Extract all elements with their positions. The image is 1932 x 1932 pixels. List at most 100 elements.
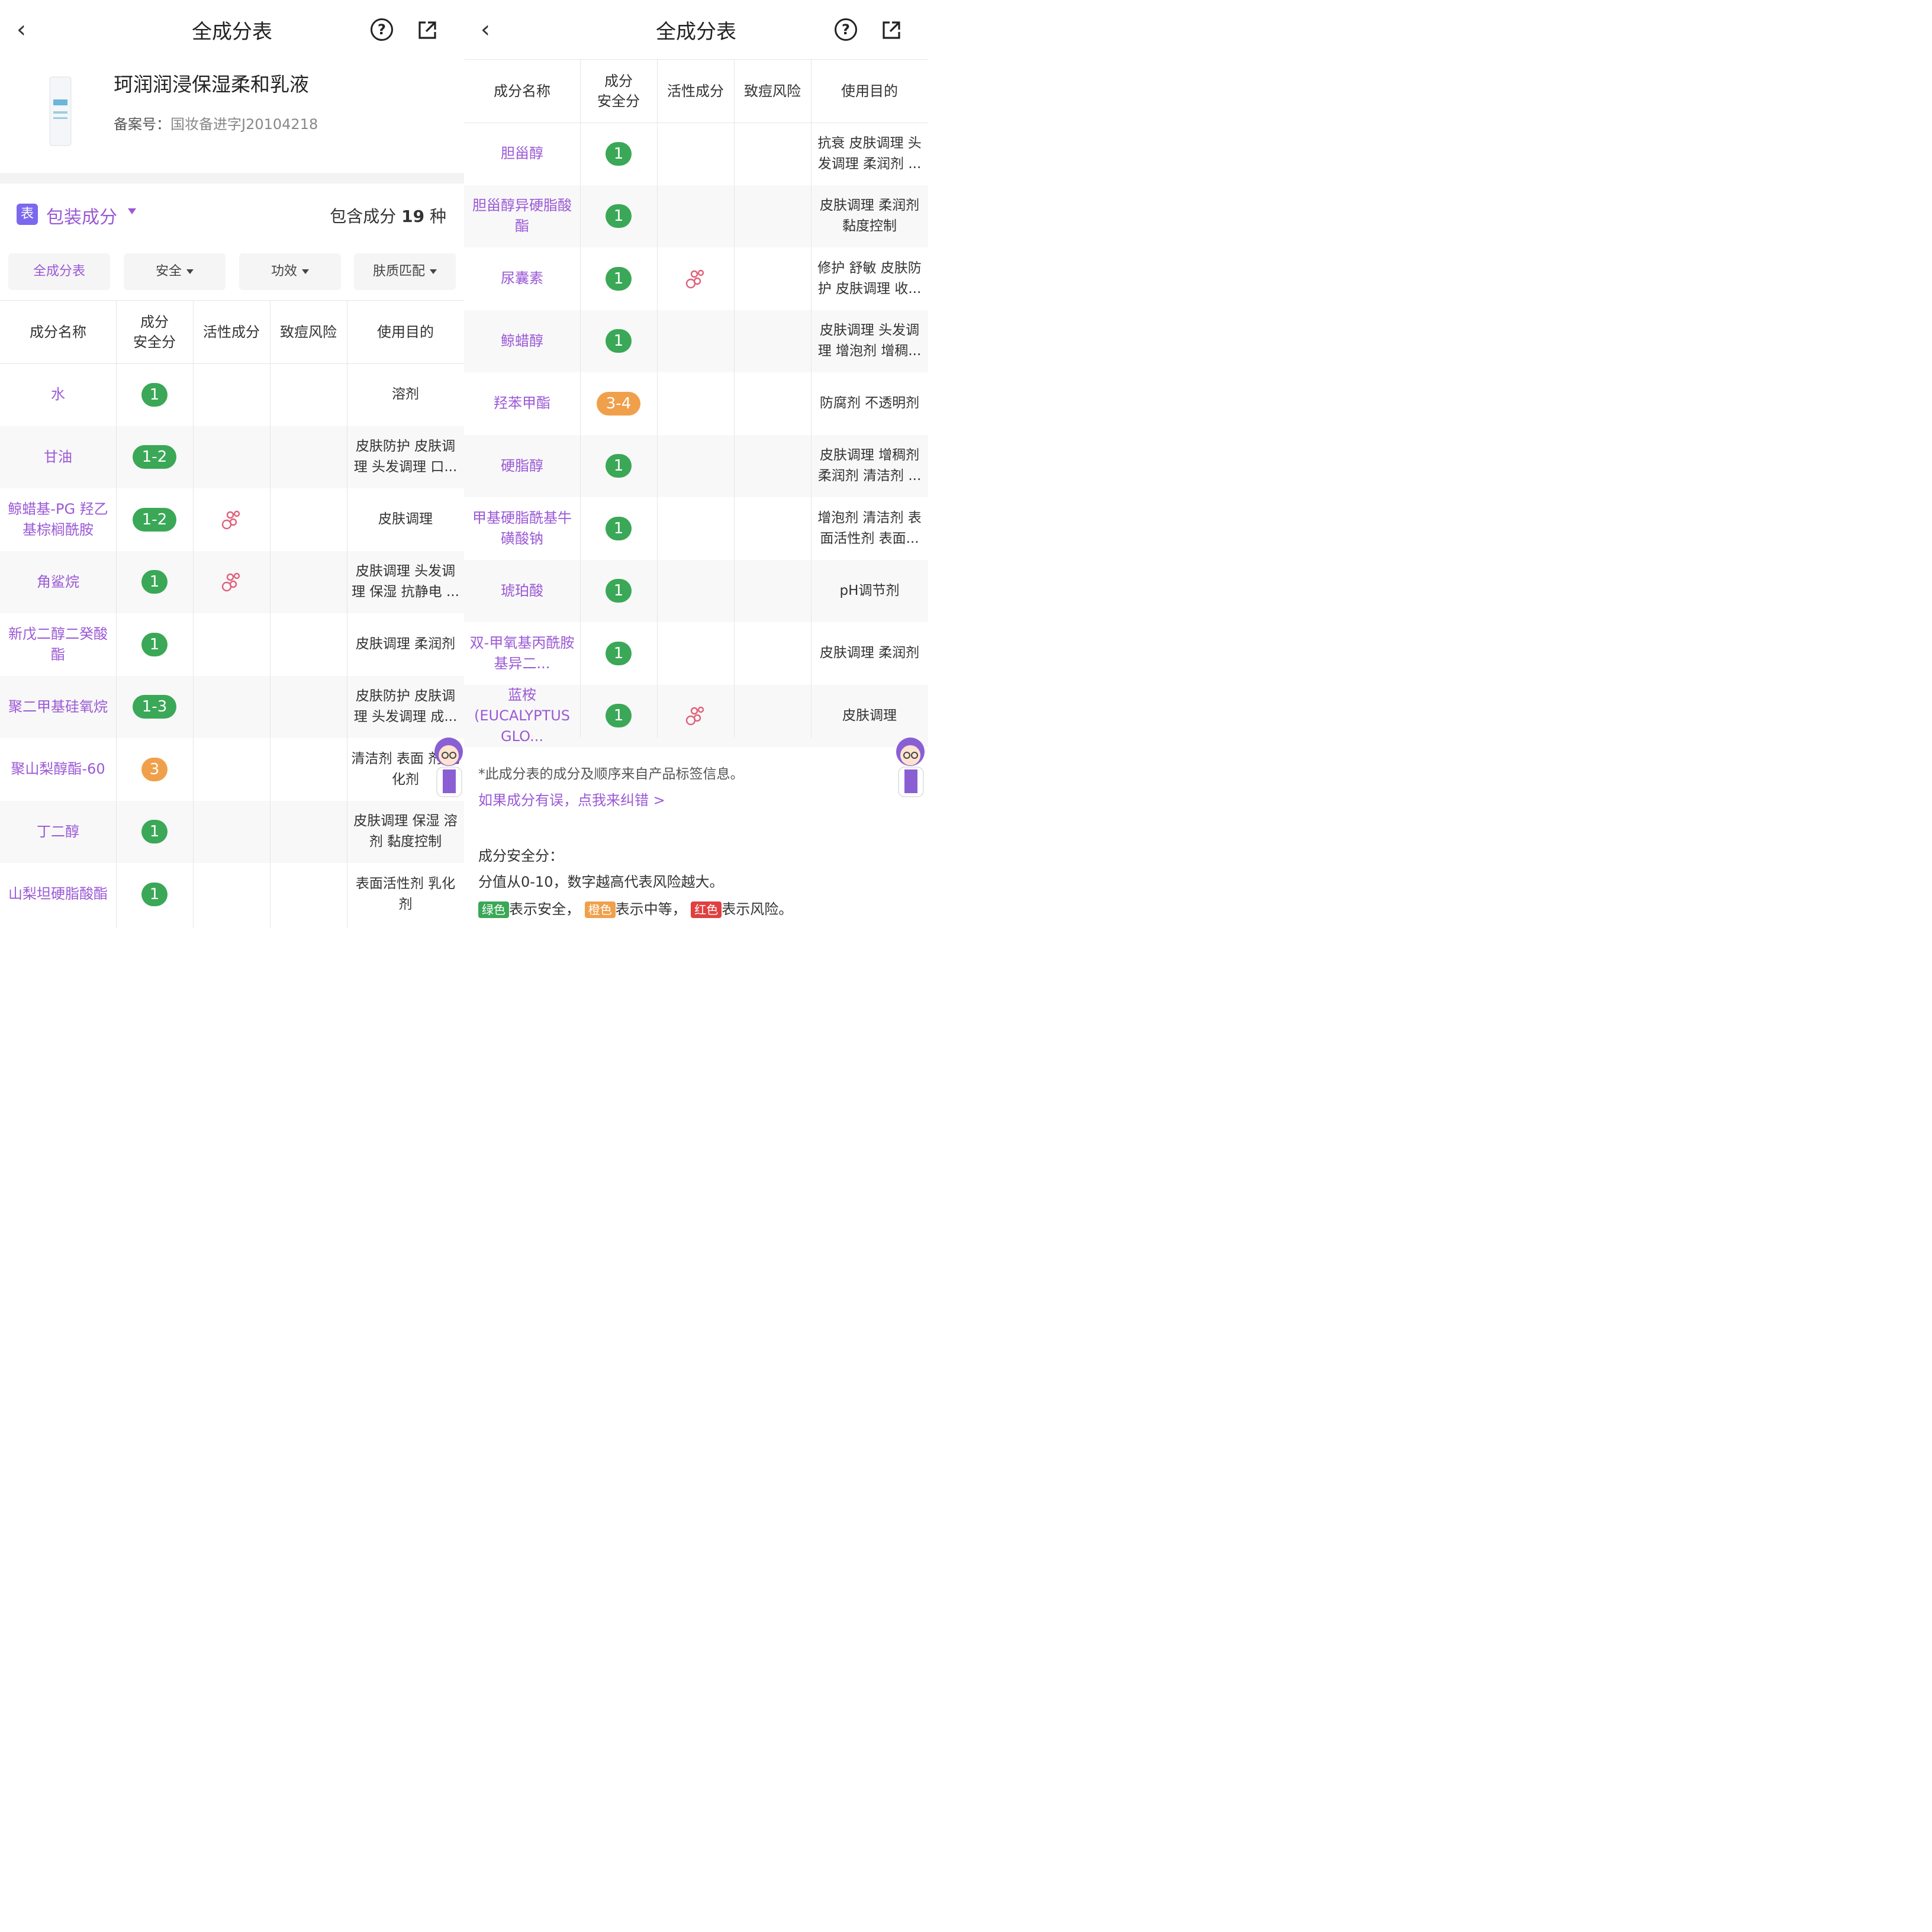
table-row[interactable]: 甲基硬脂酰基牛磺酸钠 1 增泡剂 清洁剂 表面活性剂 表面...: [464, 497, 928, 559]
column-divider: [116, 300, 117, 928]
col-active: 活性成分: [667, 83, 724, 99]
product-name: 珂润润浸保湿柔和乳液: [114, 73, 309, 96]
table-row[interactable]: 鲸蜡基-PG 羟乙基棕榈酰胺 1-2 皮肤调理: [0, 488, 464, 550]
ingredient-name[interactable]: 水: [0, 363, 116, 426]
score-legend: 绿色 表示安全， 橙色 表示中等， 红色 表示风险。: [478, 897, 793, 918]
table-row[interactable]: 尿囊素 1 修护 舒敏 皮肤防护 皮肤调理 收...: [464, 247, 928, 310]
table-row[interactable]: 聚山梨醇酯-60 3 清洁剂 表面 剂 乳化剂: [0, 738, 464, 800]
table-row[interactable]: 双-甲氧基丙酰胺基异二... 1 皮肤调理 柔润剂: [464, 622, 928, 684]
table-row[interactable]: 水 1 溶剂: [0, 363, 464, 426]
ingredient-name[interactable]: 胆甾醇: [464, 123, 580, 185]
mascot-icon[interactable]: [887, 734, 928, 799]
table-row[interactable]: 琥珀酸 1 pH调节剂: [464, 559, 928, 622]
caret-down-icon: [302, 269, 309, 274]
active-cell: [193, 426, 270, 488]
legend-red-text: 表示风险。: [722, 901, 793, 917]
column-divider: [734, 59, 735, 738]
ingredient-name[interactable]: 聚山梨醇酯-60: [0, 738, 116, 800]
table-row[interactable]: 羟苯甲酯 3-4 防腐剂 不透明剂: [464, 372, 928, 434]
safety-score-badge: 3: [141, 757, 168, 781]
usage-purpose: 皮肤调理 增稠剂 柔润剂 清洁剂 ...: [817, 447, 922, 484]
table-row[interactable]: 角鲨烷 1 皮肤调理 头发调理 保湿 抗静电 ...: [0, 550, 464, 613]
usage-purpose: pH调节剂: [839, 582, 900, 598]
page-title: 全成分表: [192, 20, 272, 44]
col-name: 成分名称: [30, 324, 86, 340]
source-note: *此成分表的成分及顺序来自产品标签信息。: [478, 767, 744, 782]
acne-risk-cell: [734, 123, 811, 185]
col-safety: 成分 安全分: [116, 301, 193, 363]
usage-purpose: 修护 舒敏 皮肤防护 皮肤调理 收...: [817, 260, 922, 297]
filter-safety[interactable]: 安全: [124, 253, 226, 290]
table-row[interactable]: 甘油 1-2 皮肤防护 皮肤调理 头发调理 口...: [0, 426, 464, 488]
ingredient-count: 包含成分 19 种: [330, 204, 446, 227]
safety-score-cell: 3: [116, 738, 193, 800]
ingredient-name[interactable]: 羟苯甲酯: [464, 372, 580, 434]
acne-risk-cell: [270, 676, 347, 738]
table-row[interactable]: 鲸蜡醇 1 皮肤调理 头发调理 增泡剂 增稠...: [464, 310, 928, 372]
ingredient-name[interactable]: 胆甾醇异硬脂酸酯: [464, 185, 580, 247]
ingredient-name[interactable]: 新戊二醇二癸酸酯: [0, 613, 116, 675]
ingredient-name[interactable]: 双-甲氧基丙酰胺基异二...: [464, 622, 580, 684]
table-row[interactable]: 聚二甲基硅氧烷 1-3 皮肤防护 皮肤调理 头发调理 成...: [0, 675, 464, 738]
table-row[interactable]: 山梨坦硬脂酸酯 1 表面活性剂 乳化剂: [0, 863, 464, 925]
caret-down-icon[interactable]: [128, 208, 136, 214]
share-icon[interactable]: [416, 19, 439, 41]
active-cell: [657, 123, 734, 185]
acne-risk-cell: [270, 488, 347, 550]
ingredient-name[interactable]: 丁二醇: [0, 801, 116, 863]
ingredient-name[interactable]: 聚二甲基硅氧烷: [0, 676, 116, 738]
report-error-link[interactable]: 如果成分有误，点我来纠错 >: [478, 788, 665, 809]
filter-label: 肤质匹配: [372, 264, 425, 279]
ingredient-name[interactable]: 鲸蜡醇: [464, 310, 580, 372]
table-row[interactable]: 新戊二醇二癸酸酯 1 皮肤调理 柔润剂: [0, 613, 464, 675]
active-ingredient-icon: [685, 269, 704, 288]
table-row[interactable]: 胆甾醇异硬脂酸酯 1 皮肤调理 柔润剂 黏度控制: [464, 185, 928, 247]
table-row[interactable]: 蓝桉(EUCALYPTUS GLO... 1 皮肤调理: [464, 684, 928, 747]
safety-score-badge: 3-4: [597, 391, 640, 416]
filter-skin-match[interactable]: 肤质匹配: [354, 253, 456, 290]
ingredient-name[interactable]: 甲基硬脂酰基牛磺酸钠: [464, 497, 580, 559]
col-safety-line1: 成分: [140, 314, 169, 330]
ingredient-name[interactable]: 甘油: [0, 426, 116, 488]
acne-risk-cell: [734, 372, 811, 434]
safety-score-badge: 1: [606, 141, 632, 166]
usage-purpose: 皮肤调理 保湿 溶剂 黏度控制: [353, 813, 458, 849]
right-screen: ‹ 全成分表 ? 成分名称 成分 安全分 活性成分 致痘风险 使用目的 胆甾醇 1 抗…: [464, 0, 928, 928]
acne-risk-cell: [270, 863, 347, 925]
ingredient-name[interactable]: 琥珀酸: [464, 560, 580, 622]
safety-score-cell: 1: [116, 551, 193, 613]
ingredient-name[interactable]: 蓝桉(EUCALYPTUS GLO...: [464, 685, 580, 747]
safety-score-cell: 1: [116, 363, 193, 426]
usage-purpose: 皮肤防护 皮肤调理 头发调理 成...: [353, 688, 458, 724]
active-cell: [657, 435, 734, 497]
ingredient-name[interactable]: 鲸蜡基-PG 羟乙基棕榈酰胺: [0, 488, 116, 550]
acne-risk-cell: [270, 738, 347, 800]
filter-label: 功效: [271, 264, 297, 279]
mascot-icon[interactable]: [425, 734, 464, 799]
safety-score-cell: 1-3: [116, 676, 193, 738]
safety-score-badge: 1: [141, 570, 168, 594]
ingredient-name[interactable]: 硬脂醇: [464, 435, 580, 497]
help-icon[interactable]: ?: [371, 18, 393, 41]
ingredient-name[interactable]: 角鲨烷: [0, 551, 116, 613]
ingredient-name[interactable]: 山梨坦硬脂酸酯: [0, 863, 116, 925]
safety-score-badge: 1: [141, 820, 168, 843]
filter-all-ingredients[interactable]: 全成分表: [8, 253, 110, 290]
safety-score-cell: 1: [116, 863, 193, 925]
table-row[interactable]: 丁二醇 1 皮肤调理 保湿 溶剂 黏度控制: [0, 800, 464, 863]
table-row[interactable]: 硬脂醇 1 皮肤调理 增稠剂 柔润剂 清洁剂 ...: [464, 434, 928, 497]
legend-orange-tag: 橙色: [584, 901, 616, 918]
help-icon[interactable]: ?: [835, 18, 857, 41]
package-ingredients-dropdown[interactable]: 包装成分: [46, 202, 117, 228]
filter-efficacy[interactable]: 功效: [239, 253, 341, 290]
acne-risk-cell: [734, 685, 811, 747]
active-cell: [657, 685, 734, 747]
legend-orange-text: 表示中等，: [615, 901, 687, 917]
table-row[interactable]: 胆甾醇 1 抗衰 皮肤调理 头发调理 柔润剂 ...: [464, 123, 928, 185]
filter-label: 安全: [155, 264, 182, 279]
safety-score-badge: 1: [606, 204, 632, 228]
col-acne: 致痘风险: [280, 324, 337, 340]
ingredient-name[interactable]: 尿囊素: [464, 247, 580, 310]
share-icon[interactable]: [880, 19, 903, 41]
safety-score-cell: 1: [580, 310, 657, 372]
